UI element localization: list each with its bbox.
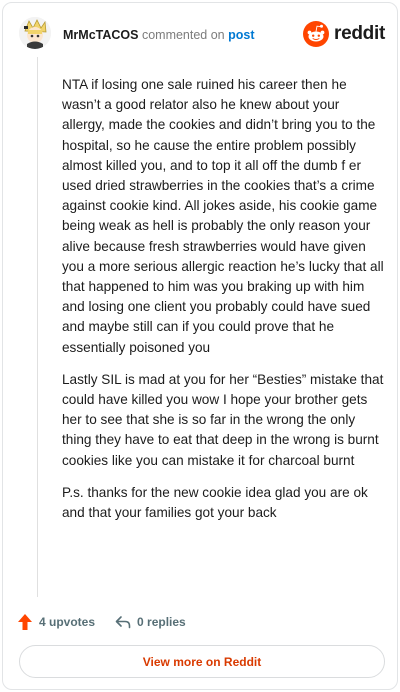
avatar-image-icon <box>19 17 51 49</box>
comment-paragraph: Lastly SIL is mad at you for her “Bestie… <box>62 371 384 468</box>
user-avatar[interactable] <box>19 17 51 49</box>
comment-embed-card: MrMcTACOS commented on post reddit NTA i… <box>2 2 398 690</box>
comment-paragraph: NTA if losing one sale ruined his career… <box>62 77 384 355</box>
upvote-button[interactable]: 4 upvotes <box>17 613 95 631</box>
view-more-button[interactable]: View more on Reddit <box>19 645 385 678</box>
reddit-logo-icon <box>303 21 330 47</box>
comment-body: NTA if losing one sale ruined his career… <box>62 75 384 535</box>
reddit-wordmark: reddit <box>334 23 385 44</box>
post-link[interactable]: post <box>228 28 254 42</box>
thread-line <box>37 57 38 597</box>
comment-header: MrMcTACOS commented on post reddit <box>17 15 385 55</box>
commenter-line: MrMcTACOS commented on post <box>63 28 255 42</box>
commented-on-text: commented on <box>141 28 225 42</box>
comment-paragraph: P.s. thanks for the new cookie idea glad… <box>62 484 368 521</box>
reddit-brand[interactable]: reddit <box>303 21 385 47</box>
username-link[interactable]: MrMcTACOS <box>63 28 138 42</box>
reply-count: 0 replies <box>137 615 186 629</box>
comment-actions: 4 upvotes 0 replies <box>17 611 186 633</box>
upvote-count: 4 upvotes <box>39 615 96 629</box>
reply-button[interactable]: 0 replies <box>115 615 186 629</box>
reply-arrow-icon <box>115 616 131 629</box>
upvote-arrow-icon <box>18 614 32 630</box>
